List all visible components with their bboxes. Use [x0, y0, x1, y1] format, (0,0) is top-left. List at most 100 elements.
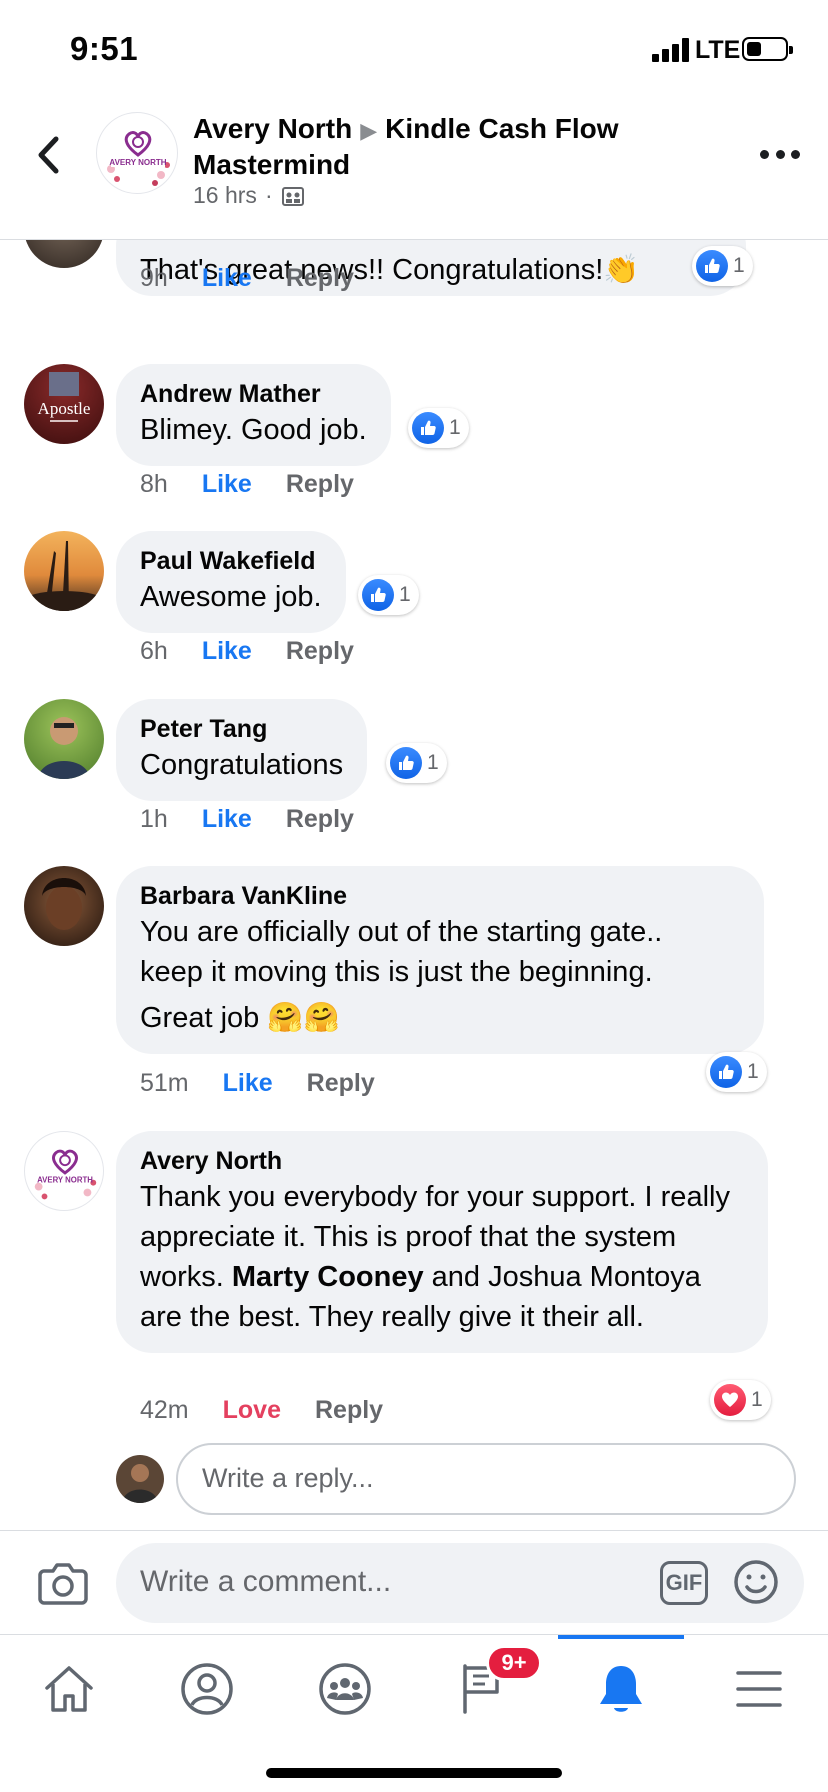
- reaction-badge[interactable]: 1: [408, 408, 469, 448]
- like-button[interactable]: Like: [202, 637, 252, 666]
- tab-menu[interactable]: [690, 1651, 828, 1727]
- comment-time[interactable]: 1h: [140, 805, 168, 834]
- comment-author[interactable]: Andrew Mather: [140, 378, 367, 410]
- reply-button[interactable]: Reply: [307, 1069, 375, 1098]
- svg-text:AVERY NORTH: AVERY NORTH: [37, 1176, 93, 1185]
- post-time[interactable]: 16 hrs: [193, 182, 257, 209]
- reply-button[interactable]: Reply: [286, 470, 354, 499]
- comment-placeholder: Write a comment...: [140, 1565, 392, 1598]
- tab-groups[interactable]: [276, 1651, 414, 1727]
- like-button[interactable]: Like: [223, 1069, 273, 1098]
- thumbs-up-icon: [390, 747, 422, 779]
- comment-time[interactable]: 6h: [140, 637, 168, 666]
- commenter-avatar[interactable]: [24, 699, 104, 779]
- commenter-avatar[interactable]: [24, 866, 104, 946]
- home-indicator: [266, 1768, 562, 1778]
- thumbs-up-icon: [362, 579, 394, 611]
- comments-list: That's great news!! Congratulations!👏 9h…: [0, 240, 828, 1530]
- reaction-count: 1: [449, 416, 461, 439]
- reply-button[interactable]: Reply: [315, 1396, 383, 1425]
- love-button[interactable]: Love: [223, 1396, 281, 1425]
- reply-button[interactable]: Reply: [286, 264, 354, 293]
- person-photo: [38, 717, 90, 779]
- reaction-count: 1: [733, 254, 745, 277]
- reaction-badge[interactable]: 1: [386, 743, 447, 783]
- comment-text-line: keep it moving this is just the beginnin…: [140, 956, 653, 988]
- post-header: AVERY NORTH Avery North ▶ Kindle Cash Flow…: [0, 100, 828, 240]
- thumbs-up-icon: [412, 412, 444, 444]
- bell-icon: [600, 1666, 642, 1712]
- reaction-count: 1: [747, 1060, 759, 1083]
- like-button[interactable]: Like: [202, 264, 252, 293]
- hamburger-menu-icon: [736, 1671, 782, 1707]
- home-icon: [45, 1666, 93, 1712]
- tab-profile[interactable]: [138, 1651, 276, 1727]
- emoji-button[interactable]: [732, 1558, 780, 1606]
- thumbs-up-icon: [696, 250, 728, 282]
- reaction-count: 1: [427, 751, 439, 774]
- comment-author[interactable]: Avery North: [140, 1145, 744, 1177]
- comment-time[interactable]: 9h: [140, 264, 168, 293]
- status-time: 9:51: [70, 30, 139, 67]
- reply-button[interactable]: Reply: [286, 637, 354, 666]
- commenter-avatar[interactable]: [24, 531, 104, 611]
- thumbs-up-icon: [710, 1056, 742, 1088]
- comment-actions: 6h Like Reply: [140, 637, 354, 666]
- avery-north-logo: AVERY NORTH: [34, 1149, 97, 1200]
- reaction-count: 1: [751, 1388, 763, 1411]
- active-tab-indicator: [558, 1635, 684, 1639]
- apostle-book-cover: Apostle: [38, 372, 90, 422]
- reply-button[interactable]: Reply: [286, 805, 354, 834]
- comment-text-line: Great job 🤗🤗: [140, 1002, 340, 1034]
- comment-actions: 8h Like Reply: [140, 470, 354, 499]
- status-bar: 9:51 LTE: [0, 0, 828, 100]
- commenter-avatar[interactable]: AVERY NORTH: [24, 1131, 104, 1211]
- author-name-link[interactable]: Avery North: [193, 113, 352, 144]
- meta-separator: ·: [264, 182, 273, 208]
- person-photo: [42, 878, 86, 930]
- post-title: Avery North ▶ Kindle Cash Flow Mastermind: [193, 112, 733, 182]
- comment-text: Thank you everybody for your support. I …: [140, 1181, 730, 1333]
- tab-home[interactable]: [0, 1651, 138, 1727]
- gif-button[interactable]: GIF: [660, 1561, 708, 1605]
- comment-composer: Write a comment... GIF: [0, 1530, 828, 1634]
- camera-button[interactable]: [38, 1561, 88, 1605]
- reaction-badge[interactable]: 1: [692, 246, 753, 286]
- comment-input[interactable]: Write a comment... GIF: [116, 1543, 804, 1623]
- battery-icon: [742, 37, 793, 61]
- bottom-tab-bar: 9+: [0, 1634, 828, 1792]
- reaction-badge[interactable]: 1: [706, 1052, 767, 1092]
- smiley-icon: [734, 1560, 778, 1604]
- comment-bubble: Barbara VanKline You are officially out …: [116, 866, 764, 1054]
- comment-author[interactable]: Peter Tang: [140, 713, 343, 745]
- like-button[interactable]: Like: [202, 805, 252, 834]
- reaction-badge[interactable]: 1: [358, 575, 419, 615]
- reply-input[interactable]: Write a reply...: [176, 1443, 796, 1515]
- avery-north-logo: AVERY NORTH: [107, 131, 170, 186]
- reaction-count: 1: [399, 583, 411, 606]
- comment-time[interactable]: 42m: [140, 1396, 189, 1425]
- tab-notifications[interactable]: [552, 1651, 690, 1727]
- comment-author[interactable]: Barbara VanKline: [140, 880, 740, 912]
- comment-actions: 51m Like Reply: [140, 1069, 375, 1098]
- sunset-photo: [24, 541, 104, 611]
- comment-time[interactable]: 8h: [140, 470, 168, 499]
- reaction-badge[interactable]: 1: [710, 1380, 771, 1420]
- commenter-avatar[interactable]: Apostle: [24, 364, 104, 444]
- camera-icon: [38, 1563, 88, 1605]
- profile-icon: [181, 1663, 233, 1715]
- mention-link[interactable]: Marty Cooney: [232, 1261, 424, 1293]
- author-avatar[interactable]: AVERY NORTH: [96, 112, 178, 194]
- comment-actions: 42m Love Reply: [140, 1396, 383, 1425]
- like-button[interactable]: Like: [202, 470, 252, 499]
- comment-bubble: Avery North Thank you everybody for your…: [116, 1131, 768, 1353]
- commenter-avatar[interactable]: [24, 240, 104, 268]
- chevron-left-icon: [38, 136, 59, 174]
- more-options-button[interactable]: [760, 146, 800, 162]
- comment-author[interactable]: Paul Wakefield: [140, 545, 322, 577]
- network-label: LTE: [695, 36, 741, 64]
- back-button[interactable]: [30, 130, 70, 180]
- comment-bubble: Paul Wakefield Awesome job.: [116, 531, 346, 633]
- comment-time[interactable]: 51m: [140, 1069, 189, 1098]
- comment-text: Awesome job.: [140, 581, 322, 613]
